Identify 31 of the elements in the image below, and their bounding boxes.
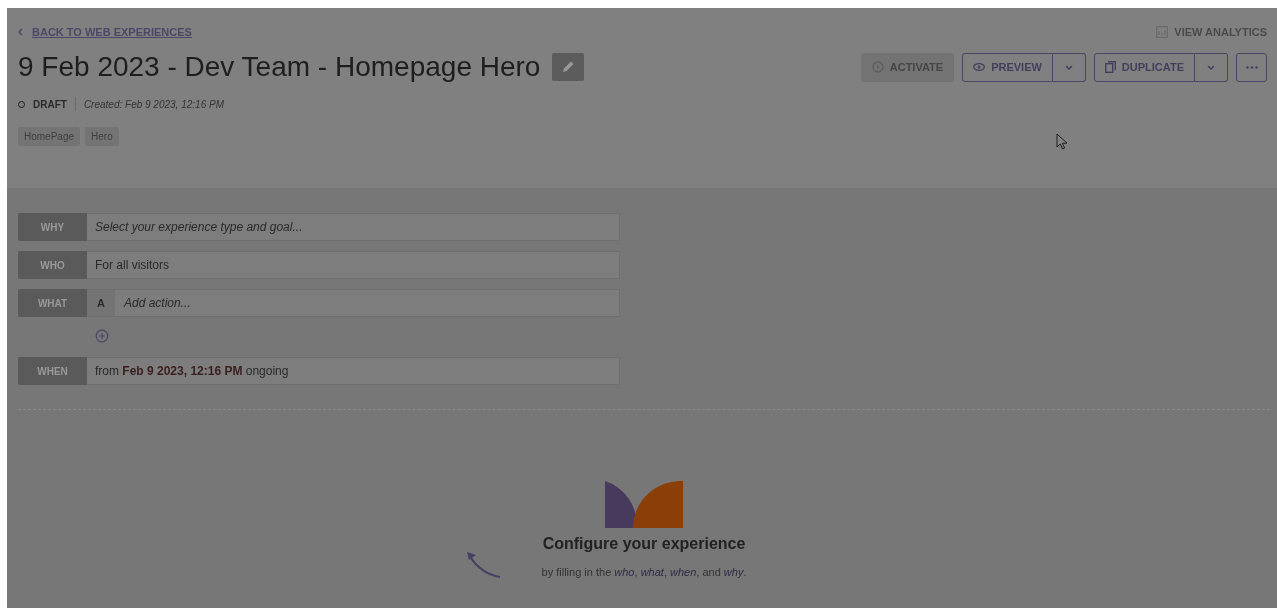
more-icon xyxy=(1245,65,1258,69)
chevron-down-icon xyxy=(1207,64,1215,70)
cursor-icon xyxy=(1056,133,1068,150)
page-title: 9 Feb 2023 - Dev Team - Homepage Hero xyxy=(18,51,541,83)
preview-button[interactable]: PREVIEW xyxy=(962,52,1053,82)
created-date: Created: Feb 9 2023, 12:16 PM xyxy=(83,98,224,110)
add-button[interactable] xyxy=(95,329,109,343)
row-field[interactable]: For all visitors xyxy=(87,251,620,279)
row-field[interactable]: Select your experience type and goal... xyxy=(87,213,620,241)
chevron-left-icon xyxy=(18,28,23,36)
empty-title: Configure your experience xyxy=(542,535,746,553)
back-link[interactable]: BACK TO WEB EXPERIENCES xyxy=(18,26,192,38)
chevron-down-icon xyxy=(1064,64,1073,70)
empty-text: by filling in the who, what, when, and why. xyxy=(541,566,747,578)
status-label: DRAFT xyxy=(33,98,67,110)
row-label: WHY xyxy=(18,213,87,241)
copy-icon xyxy=(1104,61,1116,73)
more-button[interactable] xyxy=(1236,52,1267,82)
duplicate-button[interactable]: DUPLICATE xyxy=(1093,52,1195,82)
row-label: WHEN xyxy=(18,357,87,385)
pencil-icon xyxy=(561,60,576,74)
dropdown-button[interactable] xyxy=(1052,52,1086,82)
eye-icon xyxy=(973,63,986,71)
action-badge: A xyxy=(87,290,115,316)
dropdown-button[interactable] xyxy=(1195,52,1228,82)
edit-button[interactable] xyxy=(552,53,585,81)
arrow-icon xyxy=(465,551,503,579)
action-field[interactable]: A Add action... xyxy=(87,289,620,317)
row-field[interactable]: from Feb 9 2023, 12:16 PM ongoing xyxy=(87,357,620,385)
row-label: WHO xyxy=(18,251,87,279)
row-label: WHAT xyxy=(18,289,87,317)
